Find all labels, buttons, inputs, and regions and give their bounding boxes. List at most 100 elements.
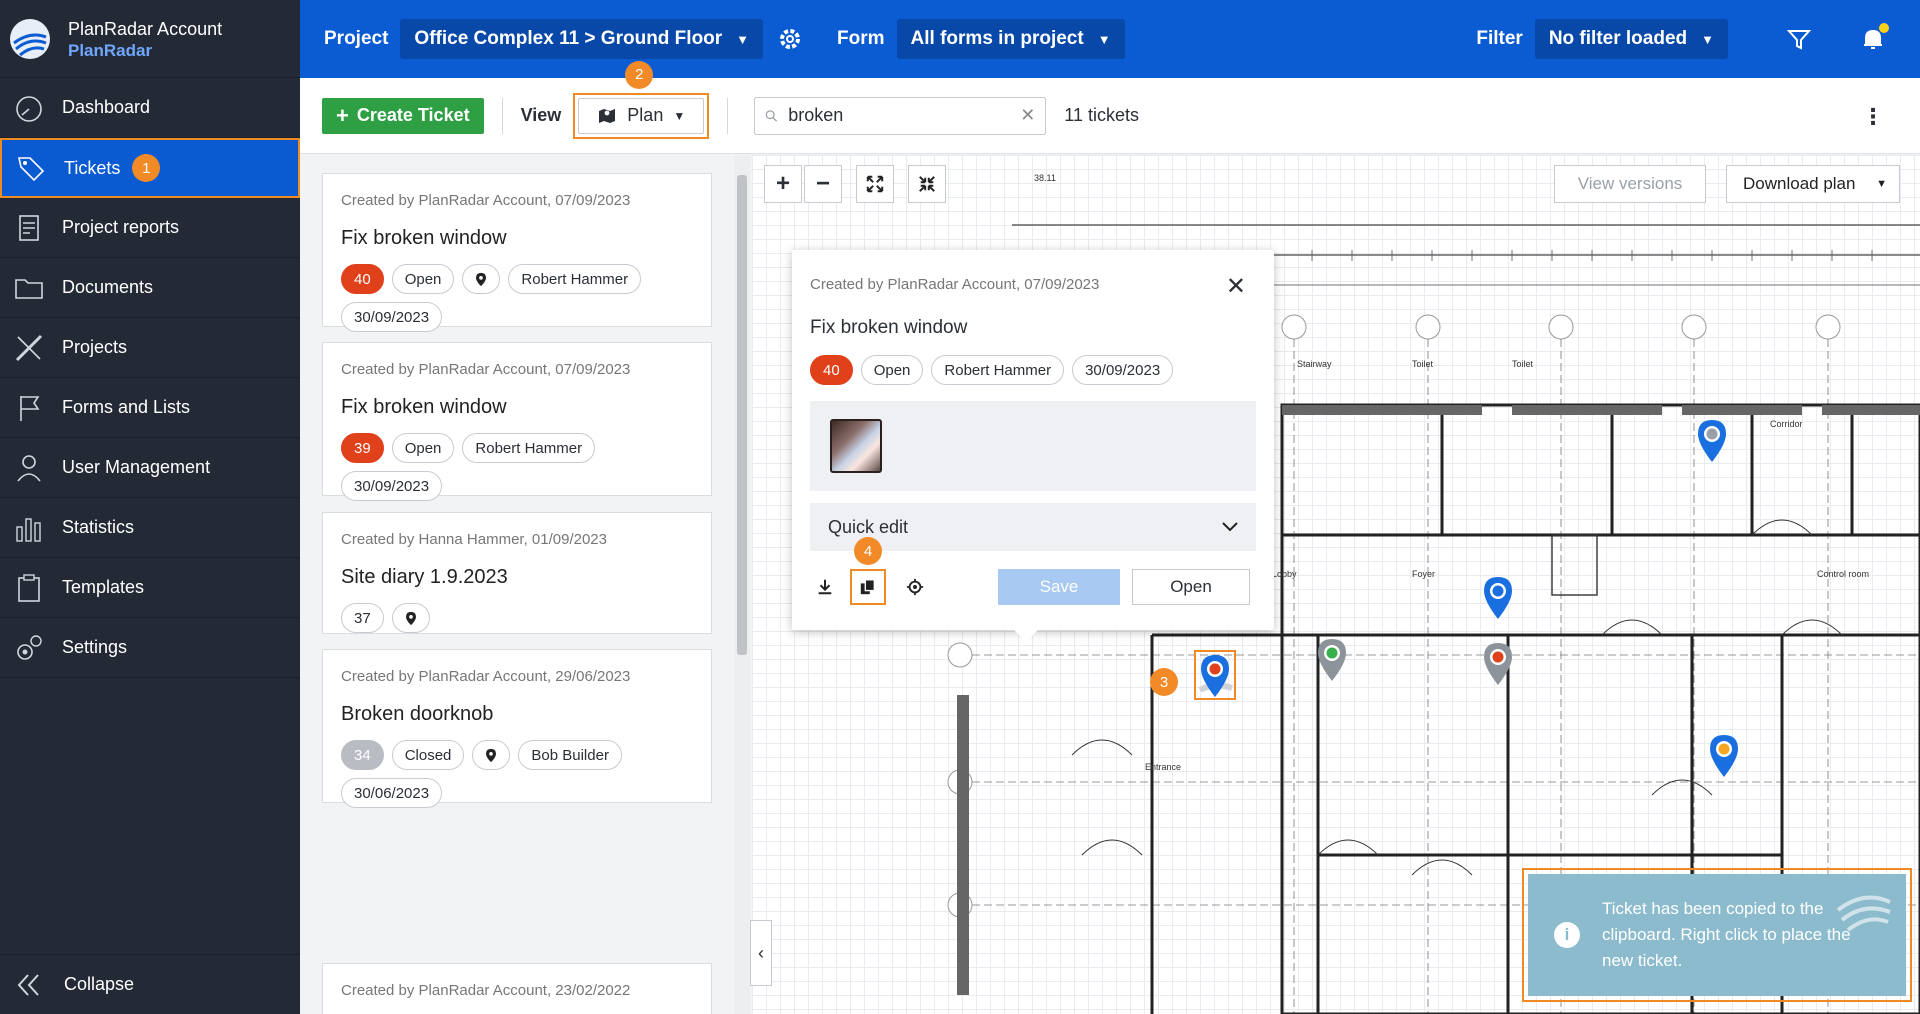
ticket-card[interactable]: Created by PlanRadar Account, 29/06/2023… <box>322 649 712 808</box>
filter-label: Filter <box>1476 28 1523 49</box>
ticket-card[interactable]: Created by PlanRadar Account, 23/02/2022 <box>322 963 712 1014</box>
ticket-card[interactable]: Created by PlanRadar Account, 07/09/2023… <box>322 173 712 332</box>
due-date-badge: 30/09/2023 <box>341 471 443 501</box>
collapse-list-button[interactable]: ‹ <box>750 920 772 986</box>
view-select-highlight: 2 Plan ▼ <box>573 60 710 139</box>
copy-highlight <box>850 569 886 605</box>
shrink-button[interactable] <box>908 165 946 203</box>
copy-ticket-button[interactable] <box>853 572 883 602</box>
close-icon[interactable]: ✕ <box>1226 272 1246 301</box>
status-badge: Open <box>860 355 924 385</box>
download-plan-button[interactable]: Download plan ▼ <box>1726 165 1900 203</box>
sidebar-item-user-management[interactable]: User Management <box>0 438 300 498</box>
step-badge: 4 <box>854 537 882 565</box>
sidebar-item-documents[interactable]: Documents <box>0 258 300 318</box>
ticket-pills: 34 Closed Bob Builder 30/06/2023 <box>341 740 693 808</box>
create-ticket-button[interactable]: + Create Ticket <box>322 97 484 134</box>
scrollbar-thumb[interactable] <box>737 175 747 655</box>
view-select[interactable]: Plan ▼ <box>578 97 705 134</box>
divider <box>727 97 729 134</box>
zoom-out-button[interactable]: − <box>804 165 842 203</box>
ticket-title: Fix broken window <box>341 227 507 249</box>
sidebar-item-project-reports[interactable]: Project reports <box>0 198 300 258</box>
svg-text:Control room: Control room <box>1817 569 1869 579</box>
copy-icon <box>860 579 875 595</box>
ticket-card[interactable]: Created by PlanRadar Account, 07/09/2023… <box>322 342 712 501</box>
form-value: All forms in project <box>910 28 1084 49</box>
popup-actions: 4 Save Open <box>810 537 1256 605</box>
grey-pin-green-icon[interactable] <box>1316 637 1348 683</box>
search-box: ✕ <box>754 96 1047 135</box>
notifications-button[interactable] <box>1860 23 1889 52</box>
open-ticket-button[interactable]: Open <box>1132 569 1250 605</box>
form-label: Form <box>837 28 885 49</box>
tag-icon <box>18 157 45 182</box>
sidebar-item-forms-and-lists[interactable]: Forms and Lists <box>0 378 300 438</box>
ticket-number-badge: 34 <box>341 740 384 770</box>
user-icon <box>17 454 41 482</box>
svg-text:Corridor: Corridor <box>1770 419 1803 429</box>
search-input[interactable] <box>788 105 1021 126</box>
sidebar-item-dashboard[interactable]: Dashboard <box>0 78 300 138</box>
sidebar-item-settings[interactable]: Settings <box>0 618 300 678</box>
svg-text:Stairway: Stairway <box>1297 359 1332 369</box>
double-chevron-left-icon <box>17 973 39 996</box>
expand-icon <box>866 175 884 193</box>
top-bar: Project Office Complex 11 > Ground Floor… <box>300 0 1920 78</box>
clear-search-icon[interactable]: ✕ <box>1020 105 1035 126</box>
sidebar-item-tickets[interactable]: Tickets 1 <box>0 138 300 198</box>
chevron-left-icon: ‹ <box>758 942 764 963</box>
planradar-logo-icon <box>10 18 50 59</box>
ticket-meta: Created by PlanRadar Account, 07/09/2023 <box>810 276 1100 293</box>
blue-pin-yellow-icon[interactable] <box>1708 733 1740 779</box>
due-date-badge: 30/09/2023 <box>1072 355 1174 385</box>
photo-thumbnail[interactable] <box>830 419 882 473</box>
sidebar-item-projects[interactable]: Projects <box>0 318 300 378</box>
download-button[interactable] <box>810 572 840 602</box>
funnel-icon[interactable] <box>1786 26 1812 52</box>
location-pin-icon[interactable] <box>462 264 501 294</box>
filter-value: No filter loaded <box>1548 28 1688 49</box>
download-icon <box>818 579 832 595</box>
notification-dot <box>1879 23 1889 33</box>
attachments <box>810 401 1256 491</box>
location-pin-icon[interactable] <box>472 740 511 770</box>
ticket-card[interactable]: Created by Hanna Hammer, 01/09/2023 Site… <box>322 512 712 634</box>
save-button[interactable]: Save <box>998 569 1120 605</box>
list-scrollbar[interactable] <box>734 155 750 1014</box>
sidebar-item-templates[interactable]: Templates <box>0 558 300 618</box>
view-versions-button[interactable]: View versions <box>1554 165 1706 203</box>
collapse-sidebar-button[interactable]: Collapse <box>0 954 300 1014</box>
more-options-icon[interactable]: ⋮ <box>1862 104 1884 130</box>
project-select[interactable]: Office Complex 11 > Ground Floor ▼ <box>400 19 764 59</box>
ticket-number-badge: 40 <box>341 264 384 294</box>
locate-button[interactable] <box>900 572 930 602</box>
fit-screen-button[interactable] <box>856 165 894 203</box>
quick-edit-label: Quick edit <box>828 516 909 537</box>
filter-select[interactable]: No filter loaded ▼ <box>1534 19 1728 59</box>
ticket-title: Fix broken window <box>810 317 968 338</box>
location-pin-icon[interactable] <box>391 603 430 633</box>
due-date-badge: 30/06/2023 <box>341 778 443 808</box>
report-icon <box>19 214 39 241</box>
ticket-number-badge: 39 <box>341 433 384 463</box>
form-select[interactable]: All forms in project ▼ <box>896 19 1125 59</box>
zoom-in-button[interactable]: + <box>764 165 802 203</box>
sidebar-item-statistics[interactable]: Statistics <box>0 498 300 558</box>
blue-pin-blue-icon[interactable] <box>1482 575 1514 621</box>
blue-pin-grey-icon[interactable] <box>1696 418 1728 464</box>
svg-text:Entrance: Entrance <box>1145 762 1181 772</box>
sidebar-item-label: Statistics <box>62 517 135 537</box>
caret-down-icon: ▼ <box>1097 31 1111 47</box>
grey-pin-red-icon[interactable] <box>1482 641 1514 687</box>
step-badge: 2 <box>625 60 654 89</box>
ticket-title: Fix broken window <box>341 396 507 418</box>
pin-highlight <box>1194 650 1236 700</box>
gears-icon <box>17 634 42 660</box>
brand-name: PlanRadar <box>68 40 153 60</box>
svg-text:38.11: 38.11 <box>1034 173 1056 183</box>
ticket-meta: Created by Hanna Hammer, 01/09/2023 <box>341 531 607 548</box>
gear-icon[interactable] <box>777 26 803 52</box>
brand[interactable]: PlanRadar Account PlanRadar <box>0 0 300 78</box>
project-value: Office Complex 11 > Ground Floor <box>414 28 723 49</box>
